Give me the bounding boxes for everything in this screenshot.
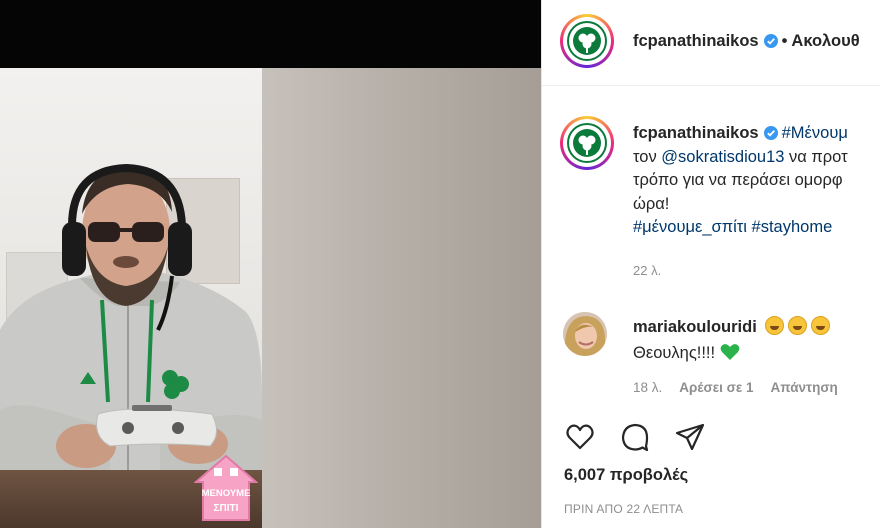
hashtag-link[interactable]: #Μένουμ <box>782 124 848 142</box>
verified-icon <box>763 34 778 48</box>
sticker-text-1: ΜΕΝΟΥΜΕ <box>202 488 251 499</box>
comment-text: Θεουλης!!!! <box>633 344 716 362</box>
caption-line-4: ώρα! <box>633 194 670 213</box>
laughing-emoji-icon <box>765 316 785 335</box>
laughing-emoji-icon <box>811 316 831 335</box>
green-heart-icon <box>720 344 740 360</box>
sticker-text-2: ΣΠΙΤΙ <box>214 503 239 514</box>
header-username[interactable]: fcpanathinaikos <box>633 32 759 50</box>
caption-text: να προτ <box>784 147 848 166</box>
share-button[interactable] <box>672 419 708 455</box>
caption-text: τον <box>633 147 662 166</box>
comment-button[interactable] <box>617 419 653 455</box>
caption-line-1: fcpanathinaikos #Μένουμ <box>633 122 880 146</box>
verified-icon <box>763 126 778 140</box>
share-icon <box>675 423 705 451</box>
comment-line-1: mariakoulouridi <box>633 314 831 340</box>
mention-link[interactable]: @sokratisdiou13 <box>661 148 784 166</box>
comment-username[interactable]: mariakoulouridi <box>633 318 757 336</box>
caption-line-5: #μένουμε_σπίτι #stayhome <box>633 216 880 240</box>
laughing-emoji-icon <box>788 316 808 335</box>
shamrock-logo <box>567 21 607 61</box>
caption-avatar[interactable] <box>560 116 614 170</box>
like-button[interactable] <box>562 419 598 455</box>
post-caption: fcpanathinaikos #Μένουμ τον @sokratisdiou… <box>633 122 880 240</box>
comment-line-2: Θεουλης!!!! <box>633 340 830 366</box>
shamrock-logo <box>567 123 607 163</box>
video-player[interactable]: ΜΕΝΟΥΜΕ ΣΠΙΤΙ <box>0 0 541 528</box>
post-timestamp[interactable]: ΠΡΙΝ ΑΠΟ 22 ΛΕΠΤΑ <box>564 502 683 516</box>
post-header: fcpanathinaikos • Ακολουθ <box>542 0 880 86</box>
reply-button[interactable]: Απάντηση <box>771 380 838 395</box>
commenter-avatar[interactable] <box>563 312 607 356</box>
comment-meta: 18 λ. Αρέσει σε 1 Απάντηση <box>633 380 855 395</box>
post-panel: fcpanathinaikos • Ακολουθ fcpanathinaikos #… <box>541 0 880 528</box>
header-name-row: fcpanathinaikos • Ακολουθ <box>633 32 860 51</box>
hashtag-link[interactable]: #stayhome <box>752 218 833 236</box>
separator-dot: • <box>781 32 788 50</box>
player-figure <box>0 163 262 470</box>
blurred-wall <box>262 68 541 528</box>
follow-button[interactable]: Ακολουθ <box>791 32 859 50</box>
caption-time[interactable]: 22 λ. <box>633 263 661 278</box>
caption-line-3: τρόπο για να περάσει ομορφ <box>633 171 843 189</box>
comment-likes[interactable]: Αρέσει σε 1 <box>679 380 753 395</box>
comment-time[interactable]: 18 λ. <box>633 380 662 395</box>
caption-username[interactable]: fcpanathinaikos <box>633 124 759 142</box>
view-count[interactable]: 6,007 προβολές <box>564 466 688 485</box>
hashtag-link[interactable]: #μένουμε_σπίτι <box>633 218 747 236</box>
caption-line-2: τον @sokratisdiou13 να προτ <box>633 146 880 170</box>
stay-home-sticker: ΜΕΝΟΥΜΕ ΣΠΙΤΙ <box>193 454 259 522</box>
action-bar <box>562 419 712 455</box>
account-avatar[interactable] <box>560 14 614 68</box>
heart-icon <box>566 424 594 450</box>
comment: mariakoulouridi Θεουλης!!!! <box>633 314 831 366</box>
comment-icon <box>621 423 649 452</box>
